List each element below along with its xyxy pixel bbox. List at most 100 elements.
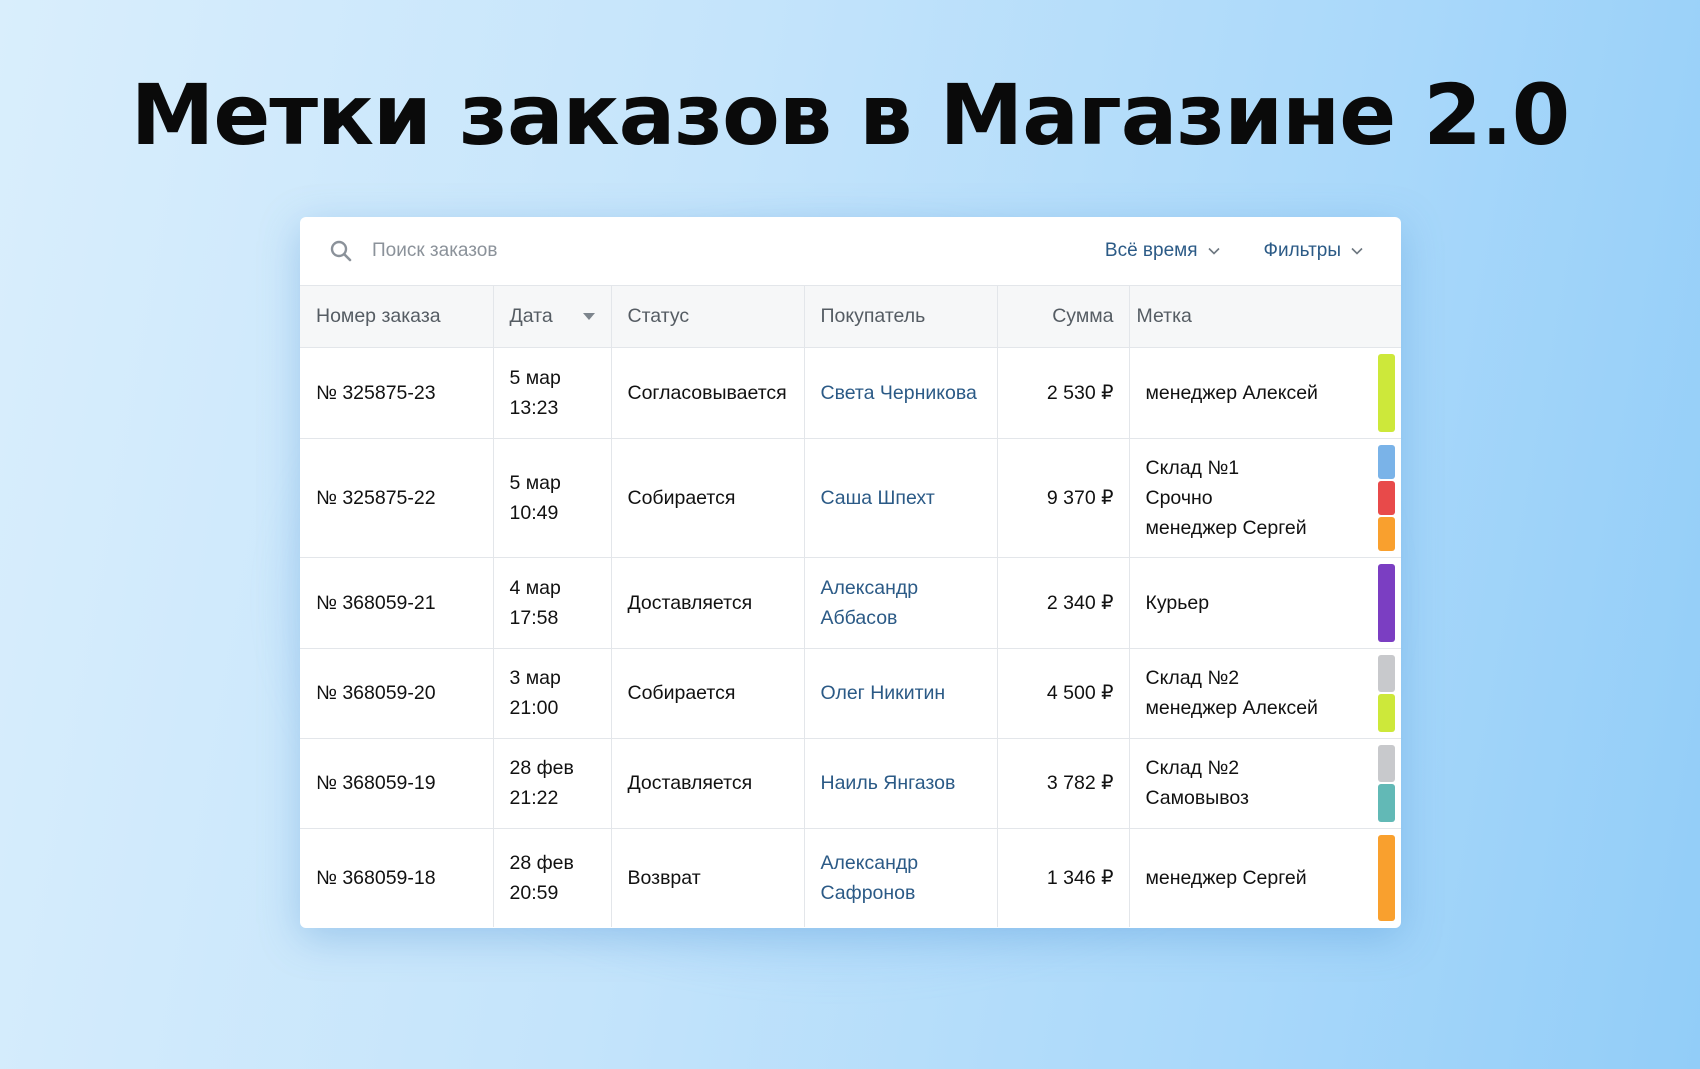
order-date-day: 4 мар bbox=[509, 576, 561, 599]
period-dropdown[interactable]: Всё время bbox=[1105, 240, 1220, 262]
order-date-time: 21:22 bbox=[509, 787, 559, 809]
order-sum-cell: 1 346 ₽ bbox=[997, 828, 1130, 927]
table-row[interactable]: № 368059-21 4 мар 17:58 Доставляется Але… bbox=[300, 557, 1401, 649]
order-date-day: 28 фев bbox=[509, 851, 574, 874]
buyer-link[interactable]: Саша Шпехт bbox=[804, 438, 998, 558]
chevron-down-icon bbox=[1207, 247, 1220, 255]
order-tags-cell[interactable]: Склад №2 менеджер Алексей bbox=[1129, 648, 1401, 739]
order-tag: Склад №1 bbox=[1145, 456, 1240, 479]
buyer-name-line: Саша Шпехт bbox=[820, 486, 935, 509]
order-number-cell: № 325875-22 bbox=[300, 438, 494, 558]
order-date-time: 13:23 bbox=[509, 396, 559, 419]
order-status-cell: Доставляется bbox=[611, 557, 805, 649]
table-header-row: Номер заказа Дата Статус Покупатель Сумм… bbox=[300, 286, 1401, 348]
tag-color-strip bbox=[1378, 834, 1395, 921]
buyer-link[interactable]: Александр Аббасов bbox=[804, 557, 998, 649]
order-tag: менеджер Сергей bbox=[1145, 516, 1307, 539]
order-date-time: 17:58 bbox=[509, 606, 559, 629]
order-sum-cell: 2 530 ₽ bbox=[997, 347, 1130, 439]
order-date-time: 21:00 bbox=[509, 697, 559, 719]
order-sum-cell: 9 370 ₽ bbox=[997, 438, 1130, 558]
tag-color-strip bbox=[1378, 563, 1395, 642]
order-tag: Самовывоз bbox=[1145, 787, 1249, 809]
column-header-tag[interactable]: Метка bbox=[1129, 286, 1401, 348]
buyer-link[interactable]: Александр Сафронов bbox=[804, 828, 998, 927]
order-date-cell: 28 фев 21:22 bbox=[493, 738, 612, 829]
order-tag: Склад №2 bbox=[1145, 757, 1240, 779]
order-number-cell: № 368059-20 bbox=[300, 648, 494, 739]
order-sum-cell: 4 500 ₽ bbox=[997, 648, 1130, 739]
buyer-link[interactable]: Света Черникова bbox=[804, 347, 998, 439]
order-date-cell: 5 мар 10:49 bbox=[493, 438, 612, 558]
order-sum-cell: 3 782 ₽ bbox=[997, 738, 1130, 829]
order-number-cell: № 325875-23 bbox=[300, 347, 494, 439]
buyer-link[interactable]: Олег Никитин bbox=[804, 648, 998, 739]
order-date-day: 3 мар bbox=[509, 667, 561, 689]
order-tags-cell[interactable]: Склад №1 Срочно менеджер Сергей bbox=[1129, 438, 1401, 558]
buyer-name-line: Олег Никитин bbox=[820, 682, 946, 704]
period-dropdown-label: Всё время bbox=[1104, 240, 1198, 261]
tag-color-swatch bbox=[1378, 834, 1395, 921]
buyer-name-line: Наиль Янгазов bbox=[820, 772, 956, 794]
order-status-cell: Возврат bbox=[611, 828, 805, 927]
order-date-time: 10:49 bbox=[509, 501, 559, 524]
tag-color-swatch bbox=[1378, 444, 1395, 479]
tag-color-swatch bbox=[1378, 563, 1395, 642]
buyer-name-line: Сафронов bbox=[820, 881, 916, 904]
order-number-cell: № 368059-19 bbox=[300, 738, 494, 829]
order-status-cell: Согласовывается bbox=[611, 347, 805, 439]
order-date-day: 5 мар bbox=[509, 366, 561, 389]
table-row[interactable]: № 368059-18 28 фев 20:59 Возврат Алексан… bbox=[300, 828, 1401, 927]
order-tags-cell[interactable]: Склад №2 Самовывоз bbox=[1129, 738, 1401, 829]
filters-dropdown[interactable]: Фильтры bbox=[1264, 240, 1363, 262]
buyer-name-line: Света Черникова bbox=[820, 381, 977, 404]
column-header-buyer[interactable]: Покупатель bbox=[804, 286, 998, 348]
buyer-link[interactable]: Наиль Янгазов bbox=[804, 738, 998, 829]
column-header-date[interactable]: Дата bbox=[493, 286, 612, 348]
search-input[interactable] bbox=[372, 240, 972, 262]
column-header-date-label: Дата bbox=[509, 304, 553, 327]
tag-color-strip bbox=[1378, 744, 1395, 822]
column-header-order[interactable]: Номер заказа bbox=[300, 286, 494, 348]
order-date-day: 5 мар bbox=[509, 471, 561, 494]
orders-toolbar: Всё время Фильтры bbox=[300, 217, 1401, 286]
column-header-status[interactable]: Статус bbox=[611, 286, 805, 348]
order-tag: Курьер bbox=[1145, 591, 1210, 614]
page-headline: Метки заказов в Магазине 2.0 bbox=[130, 66, 1570, 164]
order-date-cell: 4 мар 17:58 bbox=[493, 557, 612, 649]
tag-color-swatch bbox=[1378, 353, 1395, 432]
tag-color-swatch bbox=[1378, 654, 1395, 692]
order-number-cell: № 368059-18 bbox=[300, 828, 494, 927]
search-icon bbox=[330, 240, 352, 262]
buyer-name-line: Александр bbox=[820, 576, 919, 599]
buyer-name-line: Аббасов bbox=[820, 606, 898, 629]
order-status-cell: Собирается bbox=[611, 438, 805, 558]
table-row[interactable]: № 325875-22 5 мар 10:49 Собирается Саша … bbox=[300, 438, 1401, 558]
order-status-cell: Собирается bbox=[611, 648, 805, 739]
tag-color-swatch bbox=[1378, 744, 1395, 782]
filters-dropdown-label: Фильтры bbox=[1263, 240, 1341, 261]
order-date-cell: 5 мар 13:23 bbox=[493, 347, 612, 439]
order-date-time: 20:59 bbox=[509, 881, 559, 904]
orders-table: Номер заказа Дата Статус Покупатель Сумм… bbox=[300, 286, 1401, 927]
order-date-cell: 3 мар 21:00 bbox=[493, 648, 612, 739]
table-row[interactable]: № 325875-23 5 мар 13:23 Согласовывается … bbox=[300, 347, 1401, 439]
order-tag: менеджер Алексей bbox=[1145, 697, 1318, 719]
order-date-day: 28 фев bbox=[509, 757, 574, 779]
order-tags-cell[interactable]: менеджер Сергей bbox=[1129, 828, 1401, 927]
order-tag: менеджер Алексей bbox=[1145, 381, 1318, 404]
table-row[interactable]: № 368059-20 3 мар 21:00 Собирается Олег … bbox=[300, 648, 1401, 739]
buyer-name-line: Александр bbox=[820, 851, 919, 874]
sort-desc-icon[interactable] bbox=[582, 312, 595, 320]
order-tags-cell[interactable]: Курьер bbox=[1129, 557, 1401, 649]
column-header-sum[interactable]: Сумма bbox=[997, 286, 1130, 348]
order-tags-cell[interactable]: менеджер Алексей bbox=[1129, 347, 1401, 439]
orders-panel: Всё время Фильтры Номер заказа Дата bbox=[300, 217, 1401, 928]
tag-color-swatch bbox=[1378, 784, 1395, 822]
tag-color-strip bbox=[1378, 353, 1395, 432]
table-row[interactable]: № 368059-19 28 фев 21:22 Доставляется На… bbox=[300, 738, 1401, 829]
toolbar-filters: Всё время Фильтры bbox=[1105, 240, 1371, 262]
tag-color-swatch bbox=[1378, 694, 1395, 732]
order-tag: Склад №2 bbox=[1145, 667, 1240, 689]
order-tag: Срочно bbox=[1145, 486, 1213, 509]
